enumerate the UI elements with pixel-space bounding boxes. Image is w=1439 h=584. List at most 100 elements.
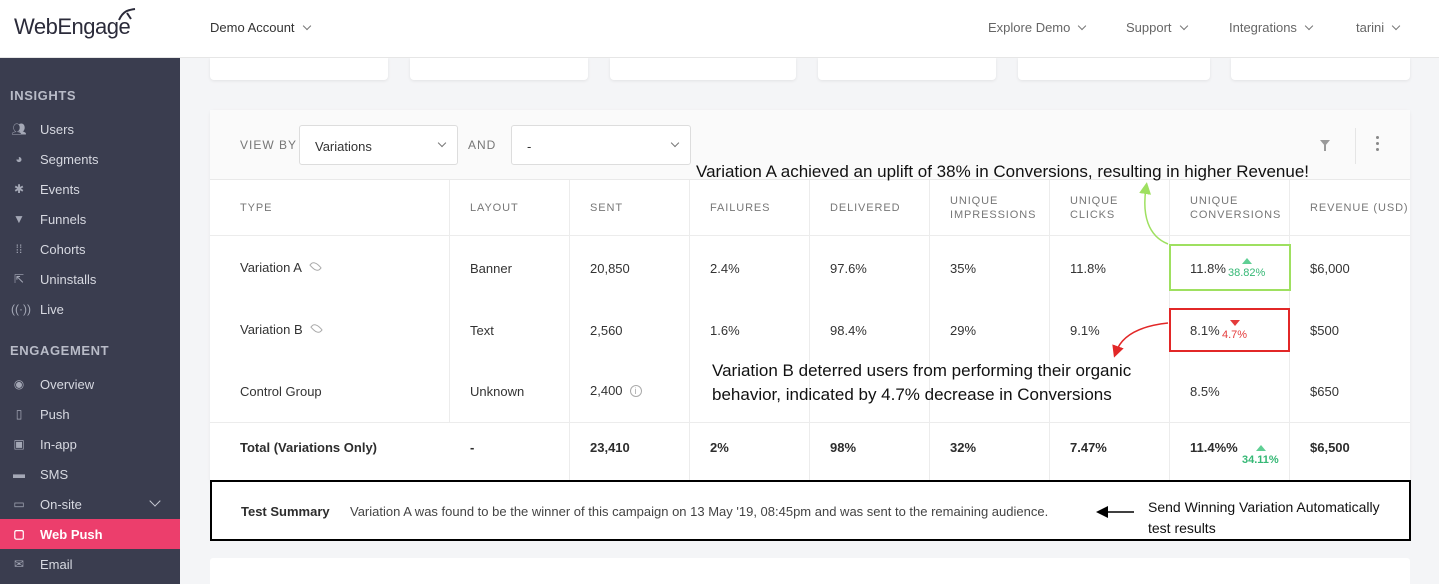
total-row-failures: 2% (710, 440, 729, 455)
nav-support[interactable]: Support (1126, 20, 1188, 35)
eye-icon[interactable] (309, 260, 322, 273)
account-name: Demo Account (210, 20, 295, 35)
sidebar-item-on-site[interactable]: ▭ On-site (0, 489, 180, 519)
table-row-cell-impressions: 35% (950, 261, 977, 276)
test-summary-text: Variation A was found to be the winner o… (350, 504, 1049, 519)
sent-value: 2,400 (590, 383, 623, 398)
sidebar-item-label: Events (40, 182, 80, 197)
sidebar-item-label: Funnels (40, 212, 87, 227)
table-row-cell-failures: 1.6% (710, 323, 740, 338)
total-row-sent: 23,410 (590, 440, 630, 455)
user-menu[interactable]: tarini (1356, 20, 1401, 35)
total-row-delivered: 98% (830, 440, 857, 455)
sidebar-section-engagement: ENGAGEMENT (10, 343, 110, 358)
table-row-cell-delivered: 97.6% (830, 261, 867, 276)
sidebar-item-overview[interactable]: ◉ Overview (0, 369, 180, 399)
star-icon: ✱ (13, 182, 25, 196)
total-conversion-change: 34.11% (1242, 454, 1279, 466)
sidebar-item-in-app[interactable]: ▣ In-app (0, 429, 180, 459)
logo-text: WebEngage (14, 14, 131, 39)
table-row-cell-sent: 2,560 (590, 323, 623, 338)
column-divider (569, 180, 570, 482)
more-options-icon[interactable] (1376, 136, 1379, 154)
and-select[interactable]: - (511, 125, 691, 165)
chevron-down-icon (437, 138, 447, 148)
sidebar-item-label: Users (40, 122, 74, 137)
col-header-clicks: UNIQUE CLICKS (1070, 195, 1119, 221)
nav-label: Support (1126, 20, 1172, 35)
stat-card (210, 58, 388, 80)
annotation-variation-b: Variation B deterred users from performi… (712, 359, 1131, 407)
sidebar-section-insights: INSIGHTS (10, 88, 77, 103)
column-divider (1049, 180, 1050, 482)
table-row-cell-clicks: 9.1% (1070, 323, 1100, 338)
inapp-icon: ▣ (13, 437, 25, 451)
top-header: WebEngage Demo Account Explore Demo Supp… (0, 0, 1439, 58)
sidebar-item-cohorts[interactable]: ⁞⁞ Cohorts (0, 234, 180, 264)
sidebar-item-push[interactable]: ▯ Push (0, 399, 180, 429)
stat-card (410, 58, 588, 80)
eye-icon[interactable] (309, 322, 323, 335)
table-row-cell-type: Variation B (240, 322, 323, 337)
sidebar-item-label: Push (40, 407, 70, 422)
total-row-impressions: 32% (950, 440, 977, 455)
total-row-conversions: 11.4%% (1190, 440, 1238, 455)
nav-integrations[interactable]: Integrations (1229, 20, 1314, 35)
test-summary-label: Test Summary (241, 504, 330, 519)
nav-explore-demo[interactable]: Explore Demo (988, 20, 1087, 35)
webengage-logo[interactable]: WebEngage (14, 8, 136, 40)
annotation-line: test results (1148, 520, 1216, 536)
mail-icon: ✉ (13, 557, 25, 571)
divider (1355, 128, 1356, 164)
col-header-failures: FAILURES (710, 202, 771, 214)
table-row-cell-failures: 2.4% (710, 261, 740, 276)
variation-name: Variation A (240, 260, 302, 275)
column-divider (809, 180, 810, 482)
stat-card (818, 58, 996, 80)
row-divider (210, 422, 1410, 423)
total-row-clicks: 7.47% (1070, 440, 1107, 455)
sidebar-item-label: SMS (40, 467, 69, 482)
webpush-icon: ▢ (13, 527, 25, 541)
logo-bird-icon (118, 8, 136, 21)
table-row-cell-revenue: $650 (1310, 384, 1339, 399)
table-row-cell-conversions: 8.5% (1190, 384, 1220, 399)
info-icon[interactable]: i (629, 385, 642, 397)
test-summary: Test Summary Variation A was found to be… (210, 480, 1411, 541)
variation-name: Variation B (240, 322, 303, 337)
col-header-type: TYPE (240, 202, 273, 214)
sidebar-item-label: Cohorts (40, 242, 86, 257)
row-divider (210, 235, 1410, 236)
sidebar-item-email[interactable]: ✉ Email (0, 549, 180, 579)
annotation-line: Send Winning Variation Automatically (1148, 499, 1380, 515)
sidebar-item-users[interactable]: 👥︎ Users (0, 114, 180, 144)
next-panel (210, 558, 1410, 584)
sidebar-item-events[interactable]: ✱ Events (0, 174, 180, 204)
chevron-down-icon (302, 21, 311, 31)
table-row-cell-impressions: 29% (950, 323, 977, 338)
filter-icon[interactable] (1320, 140, 1330, 151)
sidebar-item-uninstalls[interactable]: ⇱ Uninstalls (0, 264, 180, 294)
account-switcher[interactable]: Demo Account (210, 20, 311, 35)
sidebar-item-label: Segments (40, 152, 99, 167)
sidebar-item-live[interactable]: ((·)) Live (0, 294, 180, 324)
column-divider (449, 180, 450, 422)
sidebar-item-label: On-site (40, 497, 82, 512)
uninstall-icon: ⇱ (13, 272, 25, 286)
chevron-down-icon (670, 138, 680, 148)
total-row-layout: - (470, 440, 475, 455)
chevron-down-icon (149, 495, 161, 507)
user-name: tarini (1356, 20, 1385, 35)
funnel-icon: ▼ (13, 212, 25, 226)
chevron-down-icon (1078, 21, 1087, 31)
chevron-down-icon (1391, 21, 1401, 31)
sidebar-item-funnels[interactable]: ▼ Funnels (0, 204, 180, 234)
sidebar-item-label: Live (40, 302, 64, 317)
view-by-select[interactable]: Variations (299, 125, 458, 165)
col-header-impressions: UNIQUE IMPRESSIONS (950, 195, 1037, 221)
sidebar-item-web-push[interactable]: ▢ Web Push (0, 519, 180, 549)
sidebar-item-sms[interactable]: ▬ SMS (0, 459, 180, 489)
chevron-down-icon (1179, 21, 1188, 31)
table-row-cell-layout: Banner (470, 261, 512, 276)
sidebar-item-segments[interactable]: ◕ Segments (0, 144, 180, 174)
